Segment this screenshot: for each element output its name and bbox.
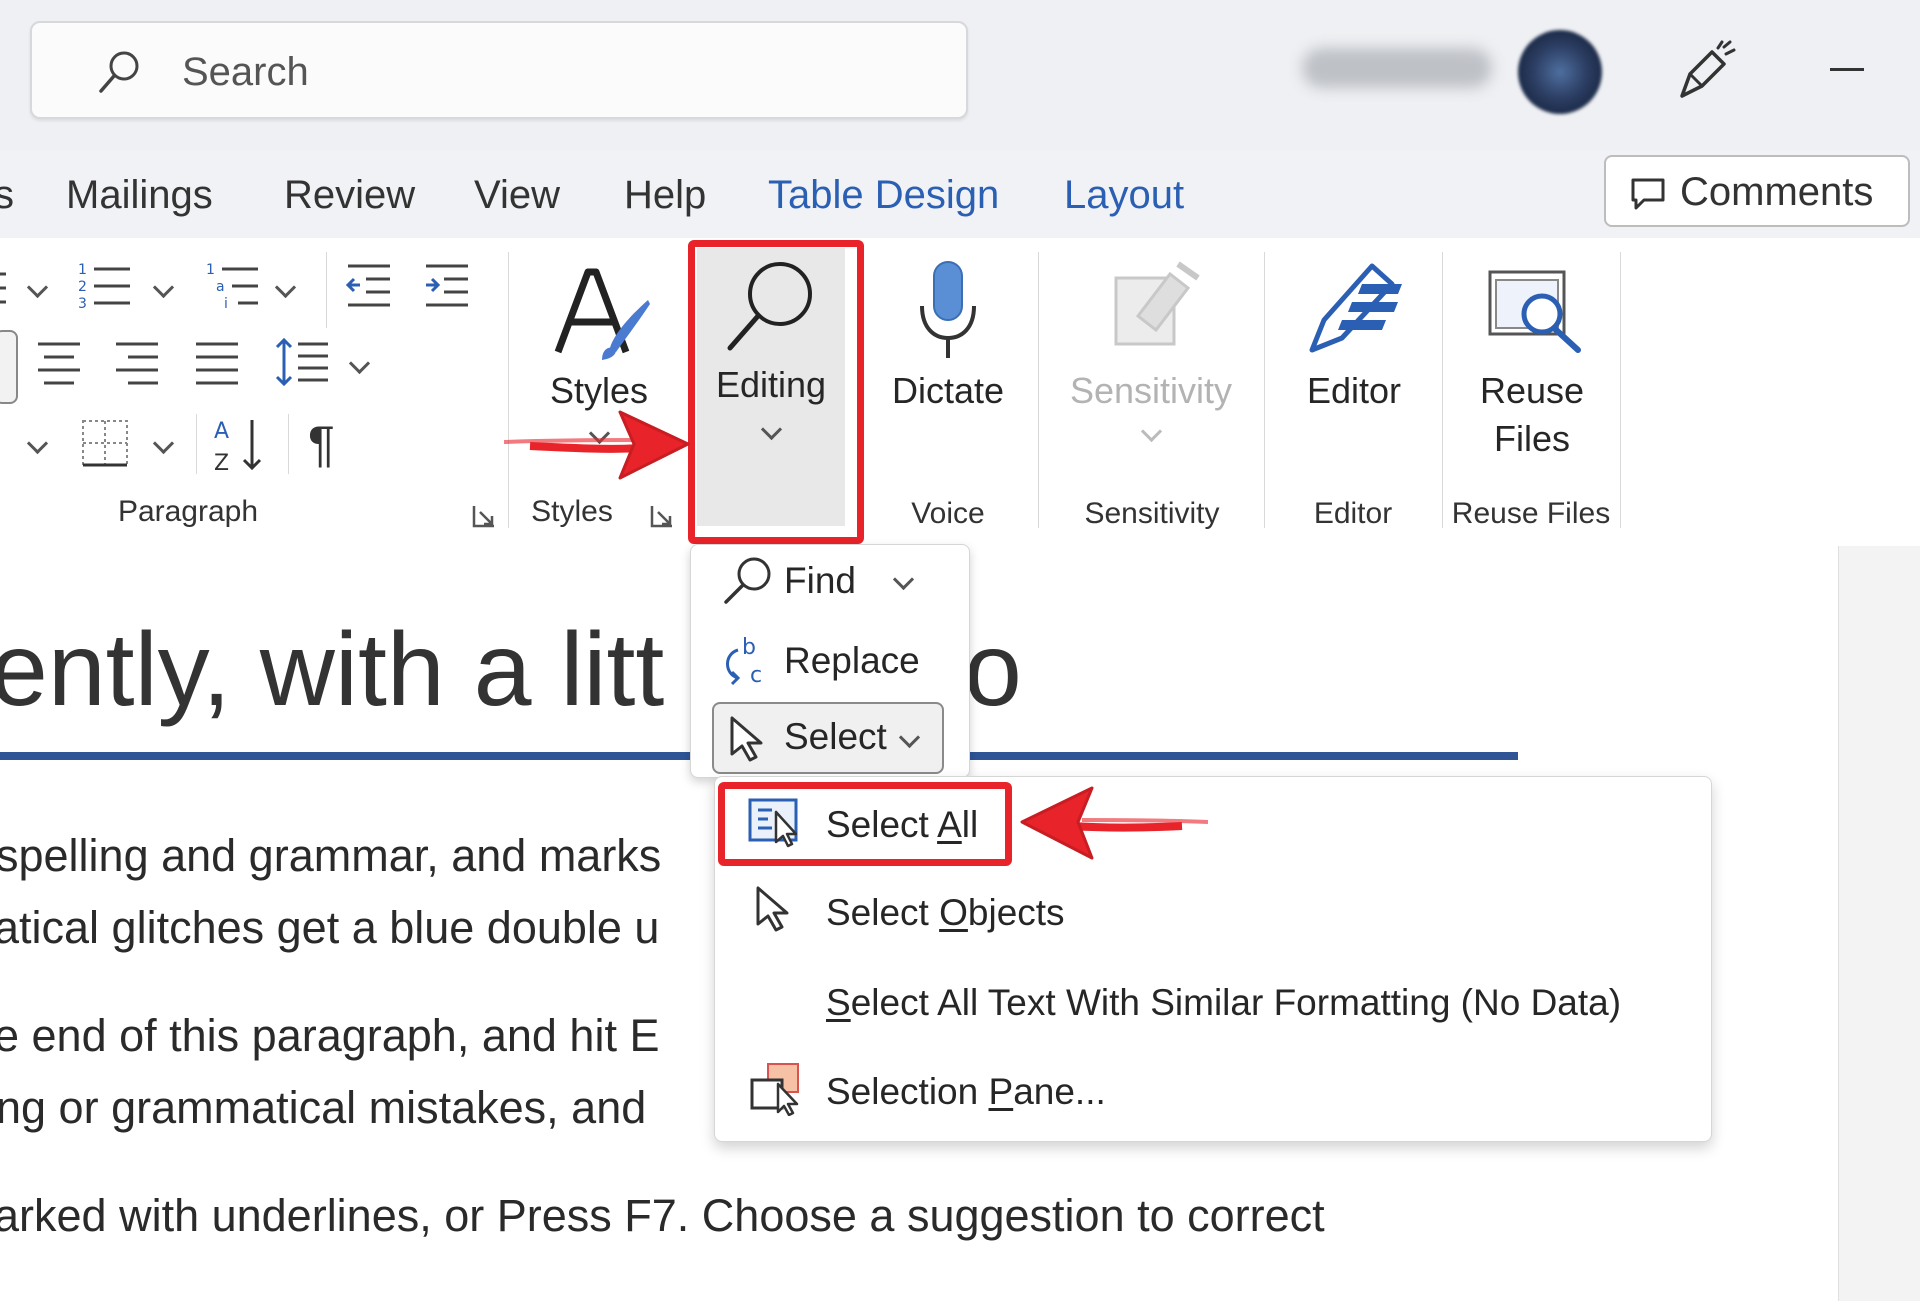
document-line: arked with underlines, or Press F7. Choo… <box>0 1190 1325 1241</box>
svg-text:1: 1 <box>78 262 87 278</box>
dictate-button-label[interactable]: Dictate <box>880 368 1016 414</box>
paragraph-group-label: Paragraph <box>117 495 259 528</box>
dialog-launcher-icon[interactable] <box>650 504 674 528</box>
styles-icon[interactable] <box>552 264 652 364</box>
comment-icon <box>1631 178 1665 210</box>
document-heading: ently, with a litt <box>0 612 665 728</box>
arrow-select-all-annotation <box>1020 786 1209 860</box>
editor-pen-icon[interactable] <box>1302 258 1412 358</box>
select-objects-menu-item[interactable]: Select Objects <box>826 890 1065 936</box>
microphone-icon[interactable] <box>912 258 984 368</box>
sort-icon[interactable]: A Z <box>210 414 266 474</box>
selection-pane-icon <box>750 1063 799 1116</box>
line-spacing-icon[interactable] <box>274 336 330 388</box>
borders-icon[interactable] <box>80 418 130 468</box>
svg-text:a: a <box>216 279 225 295</box>
tab-help[interactable]: Help <box>624 170 706 220</box>
tab-view[interactable]: View <box>474 170 560 220</box>
comments-button[interactable]: Comments <box>1604 155 1910 227</box>
justify-icon[interactable] <box>192 340 242 386</box>
reuse-button-label-line1[interactable]: Reuse <box>1470 368 1594 414</box>
chevron-down-icon[interactable] <box>274 276 297 299</box>
select-similar-text: elect All Text With Similar Formatting (… <box>850 982 1622 1023</box>
select-objects-text-1: Select <box>826 892 940 933</box>
ribbon: 1 2 3 1 a i A Z ¶ Paragraph Styles Style… <box>0 238 1920 547</box>
sensitivity-icon <box>1114 261 1200 346</box>
document-line: e end of this paragraph, and hit E <box>0 1010 660 1061</box>
search-box[interactable]: Search <box>30 21 968 119</box>
numbering-icon[interactable]: 1 2 3 <box>76 258 136 314</box>
document-line: spelling and grammar, and marks <box>0 830 662 881</box>
tab-layout[interactable]: Layout <box>1064 170 1184 220</box>
svg-text:2: 2 <box>78 279 87 295</box>
cursor-arrow-icon <box>730 716 763 762</box>
styles-group-label: Styles <box>531 495 613 528</box>
reuse-button-label-line2[interactable]: Files <box>1470 416 1594 462</box>
select-similar-accelerator: S <box>826 982 851 1023</box>
selection-pane-menu-item[interactable]: Selection Pane... <box>826 1069 1106 1115</box>
select-objects-text-2: bjects <box>967 892 1065 933</box>
replace-icon: b c <box>726 635 762 686</box>
show-formatting-icon[interactable]: ¶ <box>308 414 335 474</box>
avatar[interactable] <box>1518 30 1602 114</box>
svg-text:c: c <box>750 663 762 686</box>
scrollbar-track[interactable] <box>1838 546 1920 1301</box>
align-center-icon[interactable] <box>34 340 84 386</box>
editing-highlight-box <box>688 240 864 544</box>
select-objects-cursor-icon <box>756 886 789 932</box>
chevron-down-icon[interactable] <box>348 352 371 375</box>
svg-text:i: i <box>224 296 228 312</box>
voice-group-label: Voice <box>911 497 985 530</box>
multilevel-list-icon[interactable]: 1 a i <box>204 258 264 314</box>
svg-text:Z: Z <box>214 451 229 474</box>
sensitivity-group-label: Sensitivity <box>1084 497 1220 530</box>
document-line: atical glitches get a blue double u <box>0 902 660 953</box>
editor-group-label: Editor <box>1313 497 1393 530</box>
select-all-highlight-box <box>718 782 1012 866</box>
align-left-button-partial[interactable] <box>0 330 18 404</box>
chevron-down-icon[interactable] <box>152 276 175 299</box>
replace-menu-item[interactable]: Replace <box>784 638 920 684</box>
tab-table-design[interactable]: Table Design <box>768 170 999 220</box>
sensitivity-button-label: Sensitivity <box>1069 370 1233 411</box>
document-heading-tail: o <box>964 612 1022 728</box>
find-menu-item[interactable]: Find <box>784 558 856 604</box>
editor-button-label[interactable]: Editor <box>1292 368 1416 414</box>
selection-pane-text-1: Selection <box>826 1071 989 1112</box>
tab-mailings[interactable]: Mailings <box>66 170 213 220</box>
svg-text:b: b <box>742 635 756 660</box>
svg-text:A: A <box>214 419 229 444</box>
selection-pane-accelerator: P <box>988 1071 1014 1112</box>
user-name-blurred <box>1302 48 1492 88</box>
designer-icon[interactable] <box>1674 38 1738 102</box>
search-icon <box>99 51 139 93</box>
search-placeholder: Search <box>182 50 309 94</box>
select-menu-item[interactable]: Select <box>712 702 944 774</box>
svg-text:1: 1 <box>206 262 215 278</box>
minimize-button[interactable] <box>1830 68 1864 71</box>
chevron-down-icon <box>898 726 921 749</box>
decrease-indent-icon[interactable] <box>344 262 394 308</box>
chevron-down-icon[interactable] <box>152 432 175 455</box>
document-line: ng or grammatical mistakes, and <box>0 1082 647 1133</box>
reuse-files-group-label: Reuse Files <box>1451 497 1611 530</box>
comments-label: Comments <box>1680 170 1874 214</box>
reuse-files-icon[interactable] <box>1486 268 1584 354</box>
find-icon <box>724 557 771 604</box>
arrow-editing-annotation <box>503 410 690 480</box>
dialog-launcher-icon[interactable] <box>472 504 496 528</box>
chevron-down-icon <box>1140 420 1163 443</box>
select-similar-formatting-menu-item[interactable]: Select All Text With Similar Formatting … <box>826 980 1621 1026</box>
select-menu-label: Select <box>784 716 887 757</box>
svg-text:3: 3 <box>78 296 87 312</box>
align-right-icon[interactable] <box>112 340 162 386</box>
tab-review[interactable]: Review <box>284 170 415 220</box>
selection-pane-text-2: ane... <box>1013 1071 1106 1112</box>
tab-references-partial[interactable]: s <box>0 170 14 220</box>
increase-indent-icon[interactable] <box>422 262 472 308</box>
select-objects-accelerator: O <box>939 892 968 933</box>
chevron-down-icon[interactable] <box>26 432 49 455</box>
